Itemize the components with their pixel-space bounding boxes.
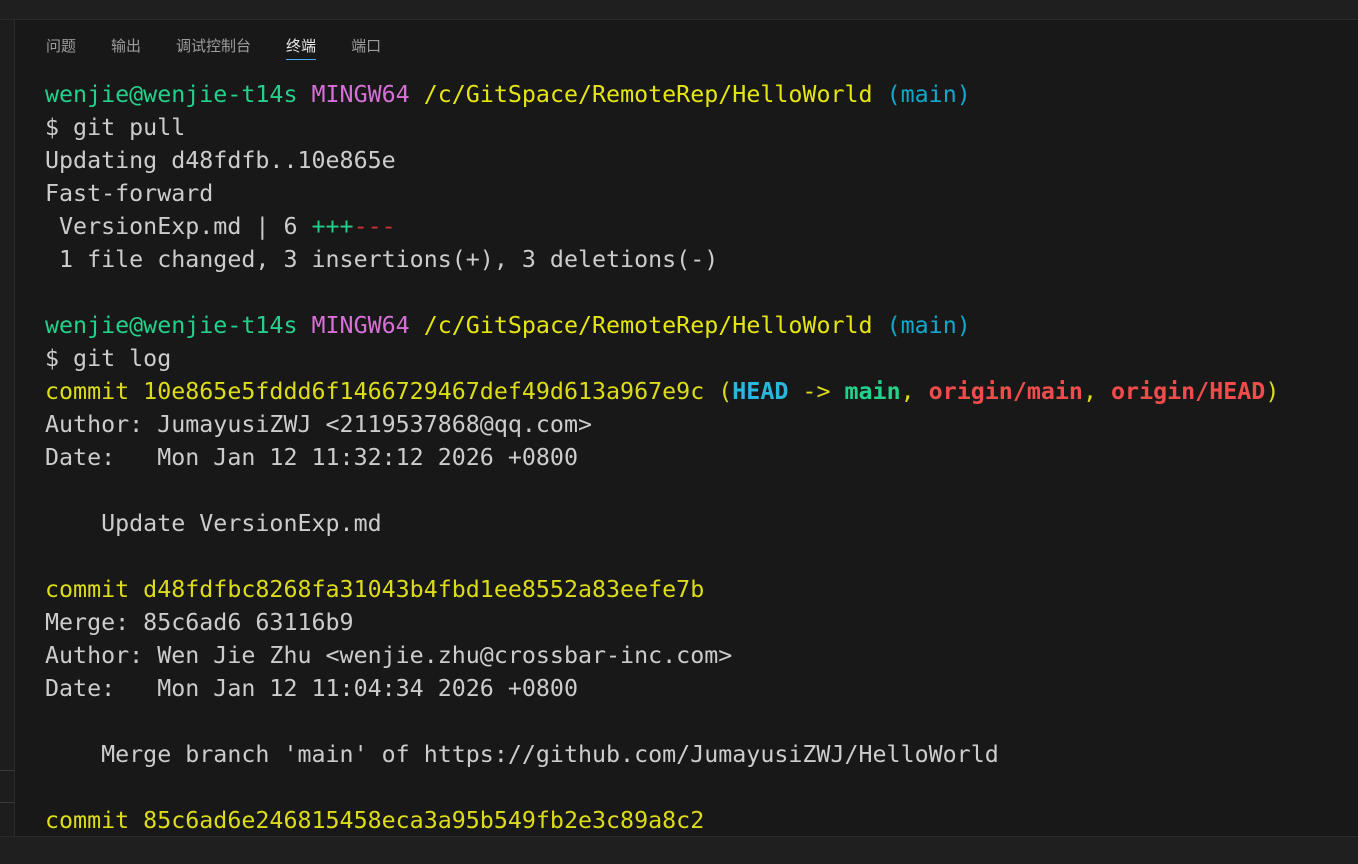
prompt-user: wenjie@wenjie-t14s xyxy=(45,312,298,339)
command-line: $ git pull xyxy=(45,111,1345,144)
gutter-divider xyxy=(0,770,14,771)
prompt-path: /c/GitSpace/RemoteRep/HelloWorld xyxy=(423,81,873,108)
tab-output[interactable]: 输出 xyxy=(111,33,141,60)
panel-tab-bar: 问题 输出 调试控制台 终端 端口 xyxy=(46,33,416,63)
ref-origin-main: origin/main xyxy=(928,378,1083,405)
ref-arrow: -> xyxy=(788,378,845,405)
ref-separator: , xyxy=(900,378,929,405)
prompt-line: wenjie@wenjie-t14s MINGW64 /c/GitSpace/R… xyxy=(45,78,1345,111)
commit-line: commit 85c6ad6e246815458eca3a95b549fb2e3… xyxy=(45,807,705,834)
ref-paren: ( xyxy=(704,378,733,405)
tab-debug-console[interactable]: 调试控制台 xyxy=(176,33,251,60)
date-line: Date: Mon Jan 12 11:32:12 2026 +0800 xyxy=(45,444,578,471)
terminal-output[interactable]: wenjie@wenjie-t14s MINGW64 /c/GitSpace/R… xyxy=(45,78,1345,836)
activity-gutter xyxy=(0,20,15,836)
prompt-shell: MINGW64 xyxy=(311,312,410,339)
output-line: Fast-forward xyxy=(45,180,214,207)
diffstat-plus: +++ xyxy=(311,213,354,240)
commit-line: commit d48fdfbc8268fa31043b4fbd1ee8552a8… xyxy=(45,576,705,603)
vscode-panel-window: 问题 输出 调试控制台 终端 端口 wenjie@wenjie-t14s MIN… xyxy=(0,0,1358,864)
prompt-branch: (main) xyxy=(886,312,971,339)
status-bar-edge xyxy=(0,836,1358,864)
diffstat-minus: --- xyxy=(353,213,396,240)
ref-head: HEAD xyxy=(732,378,789,405)
editor-area-edge xyxy=(0,0,1358,20)
diffstat-line: VersionExp.md | 6 +++--- xyxy=(45,210,1345,243)
date-line: Date: Mon Jan 12 11:04:34 2026 +0800 xyxy=(45,675,578,702)
ref-paren: ) xyxy=(1265,378,1280,405)
prompt-path: /c/GitSpace/RemoteRep/HelloWorld xyxy=(423,312,873,339)
tab-terminal[interactable]: 终端 xyxy=(286,33,317,60)
prompt-branch: (main) xyxy=(886,81,971,108)
ref-main: main xyxy=(844,378,901,405)
author-line: Author: JumayusiZWJ <2119537868@qq.com> xyxy=(45,411,593,438)
command-text: $ git log xyxy=(45,345,172,372)
tab-problems[interactable]: 问题 xyxy=(46,33,76,60)
command-text: $ git pull xyxy=(45,114,186,141)
diffstat-file: VersionExp.md | 6 xyxy=(45,213,312,240)
ref-separator: , xyxy=(1082,378,1112,405)
output-line: 1 file changed, 3 insertions(+), 3 delet… xyxy=(45,246,719,273)
prompt-line: wenjie@wenjie-t14s MINGW64 /c/GitSpace/R… xyxy=(45,309,1345,342)
author-line: Author: Wen Jie Zhu <wenjie.zhu@crossbar… xyxy=(45,642,733,669)
commit-message: Merge branch 'main' of https://github.co… xyxy=(45,741,999,768)
tab-ports[interactable]: 端口 xyxy=(351,33,381,60)
gutter-divider xyxy=(0,802,14,803)
merge-line: Merge: 85c6ad6 63116b9 xyxy=(45,609,354,636)
command-line: $ git log xyxy=(45,342,1345,375)
commit-message: Update VersionExp.md xyxy=(45,510,382,537)
commit-hash: commit 10e865e5fddd6f1466729467def49d613… xyxy=(45,378,705,405)
prompt-shell: MINGW64 xyxy=(311,81,410,108)
output-line: Updating d48fdfb..10e865e xyxy=(45,147,396,174)
prompt-user: wenjie@wenjie-t14s xyxy=(45,81,298,108)
commit-line: commit 10e865e5fddd6f1466729467def49d613… xyxy=(45,375,1345,408)
ref-origin-head: origin/HEAD xyxy=(1111,378,1266,405)
